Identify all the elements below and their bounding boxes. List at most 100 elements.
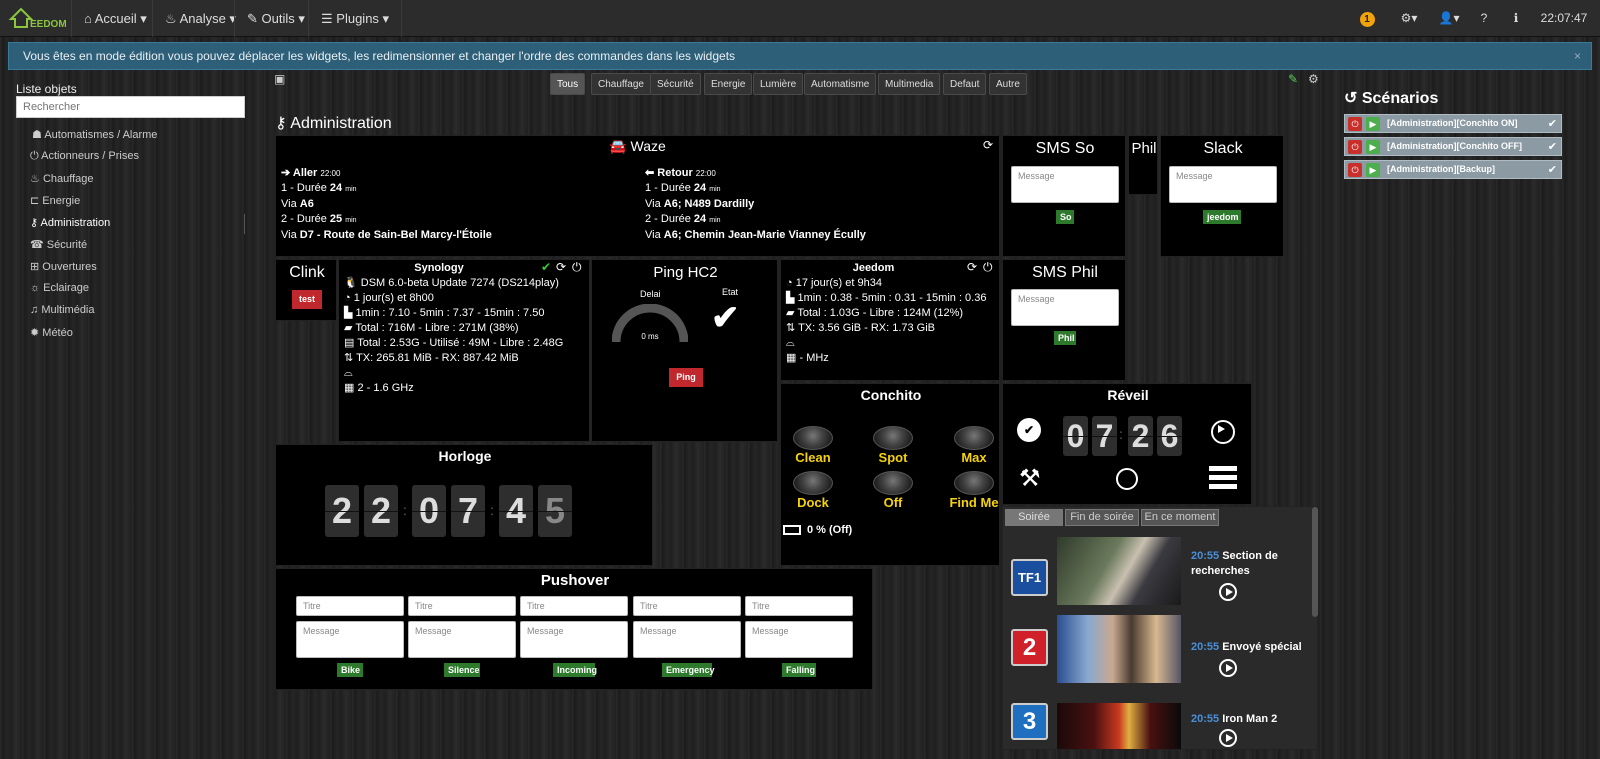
circle-icon[interactable] — [1116, 468, 1138, 490]
check-circle-icon[interactable]: ✔ — [1017, 418, 1041, 442]
filter-energie[interactable]: Energie — [704, 73, 753, 95]
pushover-silence-title[interactable]: Titre — [408, 596, 516, 616]
tv-tab-en-ce-moment[interactable]: En ce moment — [1141, 509, 1219, 526]
sms-so-send-button[interactable]: So — [1056, 210, 1074, 224]
tv-tab-soiree[interactable]: Soirée — [1005, 509, 1063, 526]
pushover-emergency-message[interactable]: Message — [633, 621, 741, 658]
search-input[interactable] — [16, 96, 245, 118]
stop-icon[interactable]: ⏻ — [1348, 117, 1362, 131]
pushover-falling-button[interactable]: Falling — [782, 663, 816, 677]
conchito-dock-button[interactable]: Dock — [783, 471, 843, 510]
power-icon[interactable]: ⏻ — [572, 260, 582, 275]
slack-message-input[interactable]: Message — [1169, 166, 1277, 203]
pushover-falling-title[interactable]: Titre — [745, 596, 853, 616]
play-circle-icon[interactable] — [1219, 729, 1237, 747]
refresh-icon[interactable]: ⟳ — [556, 260, 566, 274]
nav-plugins[interactable]: ☰ Plugins ▾ — [308, 0, 403, 37]
jeedom-info: ◔ 17 jour(s) et 9h34 ▙ 1min : 0.38 - 5mi… — [786, 276, 986, 366]
play-icon[interactable]: ▶ — [1366, 117, 1380, 131]
sidebar-item-energie[interactable]: ⊏ Energie — [30, 194, 80, 207]
filter-tous[interactable]: Tous — [550, 73, 586, 95]
pushover-emergency-title[interactable]: Titre — [633, 596, 741, 616]
wrench-icon: ✎ — [247, 11, 258, 26]
ping-button[interactable]: Ping — [669, 368, 703, 387]
refresh-icon[interactable]: ⟳ — [983, 138, 993, 152]
conchito-max-button[interactable]: Max — [944, 426, 1004, 465]
sidebar-item-ouvertures[interactable]: ⊞ Ouvertures — [30, 260, 97, 273]
power-icon[interactable]: ⏻ — [983, 260, 993, 275]
user-icon[interactable]: 👤▾ — [1434, 0, 1464, 37]
play-icon[interactable]: ▶ — [1366, 140, 1380, 154]
sms-phil-send-button[interactable]: Phil — [1054, 331, 1076, 345]
tv-scrollbar[interactable] — [1312, 507, 1318, 617]
sidebar-item-actionneurs[interactable]: ⏻ Actionneurs / Prises — [30, 150, 139, 163]
sidebar-item-multimedia[interactable]: ♫ Multimédia — [30, 304, 95, 316]
sidebar-item-eclairage[interactable]: ☼ Eclairage — [30, 282, 89, 294]
filter-multimedia[interactable]: Multimedia — [878, 73, 941, 95]
pushover-incoming-message[interactable]: Message — [520, 621, 628, 658]
close-icon[interactable]: × — [1574, 43, 1581, 69]
pushover-incoming-title[interactable]: Titre — [520, 596, 628, 616]
scenarios-title: ↺ Scénarios — [1344, 88, 1438, 108]
tv-program-1: TF1 20:55 Section de recherches — [1009, 537, 1309, 617]
pushover-bike-button[interactable]: Bike — [337, 663, 363, 677]
help-icon[interactable]: ? — [1474, 0, 1494, 37]
nav-accueil[interactable]: ⌂ Accueil ▾ — [71, 0, 159, 37]
slack-send-button[interactable]: jeedom — [1203, 210, 1241, 224]
pushover-incoming-button[interactable]: Incoming — [553, 663, 597, 677]
aller-via-1: A6 — [299, 198, 314, 210]
conchito-off-label: Off — [883, 495, 903, 510]
play-icon[interactable]: ▶ — [1366, 163, 1380, 177]
stop-icon[interactable]: ⏻ — [1348, 163, 1362, 177]
filter-automatisme[interactable]: Automatisme — [804, 73, 877, 95]
pushover-bike-message[interactable]: Message — [296, 621, 404, 658]
waze-title-text: Waze — [630, 138, 666, 154]
sidebar-item-automatismes[interactable]: ☗ Automatismes / Alarme — [32, 128, 157, 141]
pushover-bike-title[interactable]: Titre — [296, 596, 404, 616]
pencil-icon[interactable]: ✎ — [1288, 72, 1298, 86]
filter-autre[interactable]: Autre — [989, 73, 1027, 95]
aller-via-label: Via — [281, 198, 300, 210]
sidebar-item-securite[interactable]: ☎ Sécurité — [30, 238, 87, 251]
server-icon[interactable] — [1209, 466, 1237, 490]
sidebar-item-administration[interactable]: ⚷ Administration — [30, 216, 110, 229]
gears-icon[interactable]: ⚙▾ — [1392, 0, 1426, 37]
pushover-emergency-button[interactable]: Emergency — [662, 663, 715, 677]
conchito-clean-button[interactable]: Clean — [783, 426, 843, 465]
clink-test-button[interactable]: test — [292, 290, 322, 309]
nav-outils[interactable]: ✎ Outils ▾ — [234, 0, 317, 37]
scenario-item: ⏻ ▶ [Administration][Backup] ✔ — [1344, 160, 1562, 179]
jeedom-temp: ⌓ — [786, 336, 986, 351]
synology-widget: Synology ✔ ⟳ ⏻ 🐧 DSM 6.0-beta Update 727… — [338, 259, 590, 442]
sms-so-message-input[interactable]: Message — [1011, 166, 1119, 203]
info-icon[interactable]: ℹ — [1506, 0, 1526, 37]
refresh-icon[interactable]: ⟳ — [967, 260, 977, 274]
conchito-spot-button[interactable]: Spot — [863, 426, 923, 465]
roomba-icon — [793, 471, 833, 495]
conchito-off-button[interactable]: Off — [863, 471, 923, 510]
filter-chauffage[interactable]: Chauffage — [591, 73, 651, 95]
pushover-silence-message[interactable]: Message — [408, 621, 516, 658]
play-circle-icon[interactable] — [1219, 583, 1237, 601]
pushover-silence-button[interactable]: Silence — [444, 663, 480, 677]
play-circle-icon[interactable] — [1211, 420, 1235, 444]
gavel-icon[interactable]: ⚒ — [1019, 464, 1041, 493]
pushover-falling-message[interactable]: Message — [745, 621, 853, 658]
synology-memory: ▰ Total : 716M - Libre : 271M (38%) — [344, 321, 563, 336]
stop-icon[interactable]: ⏻ — [1348, 140, 1362, 154]
sms-phil-message-input[interactable]: Message — [1011, 289, 1119, 326]
jeedom-logo[interactable]: EEDOM — [8, 5, 67, 31]
filter-lumiere[interactable]: Lumière — [753, 73, 804, 95]
cogs-icon[interactable]: ⚙ — [1308, 72, 1319, 86]
filter-defaut[interactable]: Defaut — [943, 73, 987, 95]
conchito-findme-button[interactable]: Find Me — [944, 471, 1004, 510]
ping-gauge-value: 0 ms — [641, 332, 659, 341]
image-icon[interactable]: ▣ — [274, 72, 285, 86]
sidebar-item-meteo[interactable]: ✹ Météo — [30, 326, 73, 339]
tv-tab-fin-de-soiree[interactable]: Fin de soirée — [1065, 509, 1139, 526]
nav-accueil-label: Accueil — [94, 11, 137, 26]
play-circle-icon[interactable] — [1219, 659, 1237, 677]
filter-securite[interactable]: Sécurité — [650, 73, 701, 95]
notification-badge[interactable]: 1 — [1352, 0, 1382, 37]
sidebar-item-chauffage[interactable]: ♨ Chauffage — [30, 172, 94, 185]
